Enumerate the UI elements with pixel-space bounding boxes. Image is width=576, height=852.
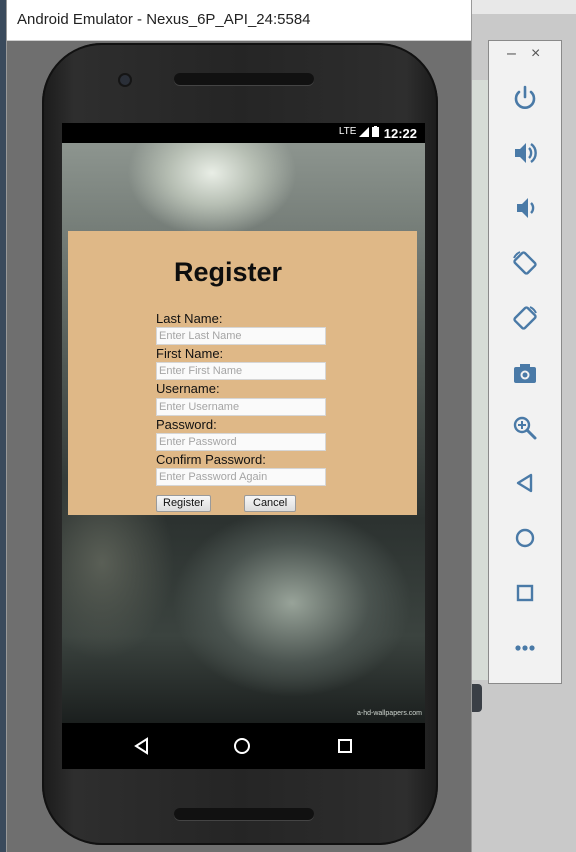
recent-apps-icon[interactable] — [335, 736, 355, 756]
battery-icon — [372, 126, 379, 137]
clock: 12:22 — [383, 126, 417, 141]
android-nav-bar — [62, 723, 425, 769]
wallpaper-watermark: a-hd-wallpapers.com — [357, 710, 422, 717]
phone-frame: LTE 12:22 a-hd-wallpapers.com Register L… — [42, 43, 438, 845]
camera-icon[interactable] — [510, 358, 540, 388]
emulator-window: Android Emulator - Nexus_6P_API_24:5584 … — [6, 0, 472, 852]
confirm-password-input[interactable] — [156, 468, 326, 486]
first-name-label: First Name: — [156, 346, 224, 361]
form-title: Register — [173, 257, 283, 287]
last-name-input[interactable] — [156, 327, 326, 345]
desktop-window-edge — [470, 80, 490, 680]
phone-screen: LTE 12:22 a-hd-wallpapers.com Register L… — [62, 123, 425, 769]
last-name-label: Last Name: — [156, 311, 223, 326]
password-label: Password: — [156, 417, 217, 432]
toolbar-header: – × — [489, 41, 561, 71]
front-camera — [120, 75, 130, 85]
username-input[interactable] — [156, 398, 326, 416]
close-button[interactable]: × — [531, 45, 540, 63]
cancel-button[interactable]: Cancel — [244, 495, 297, 512]
emulator-side-toolbar: – × — [488, 40, 562, 684]
home-icon[interactable] — [510, 523, 540, 553]
back-icon[interactable] — [132, 736, 152, 756]
home-icon[interactable] — [232, 736, 252, 756]
more-icon[interactable] — [510, 633, 540, 663]
network-indicator: LTE — [338, 126, 357, 138]
status-icons: LTE — [339, 126, 379, 137]
status-bar: LTE 12:22 — [62, 123, 425, 143]
bottom-speaker — [174, 808, 314, 820]
signal-icon — [359, 126, 370, 137]
volume-down-icon[interactable] — [510, 193, 540, 223]
window-title: Android Emulator - Nexus_6P_API_24:5584 — [17, 11, 311, 28]
power-icon[interactable] — [510, 83, 540, 113]
minimize-button[interactable]: – — [507, 45, 516, 63]
window-titlebar[interactable]: Android Emulator - Nexus_6P_API_24:5584 — [7, 0, 471, 41]
first-name-input[interactable] — [156, 362, 326, 380]
password-input[interactable] — [156, 433, 326, 451]
top-speaker — [174, 73, 314, 85]
confirm-password-label: Confirm Password: — [156, 452, 266, 467]
zoom-icon[interactable] — [510, 413, 540, 443]
register-form: Register Last Name: First Name: Username… — [68, 231, 417, 515]
overview-icon[interactable] — [510, 578, 540, 608]
username-label: Username: — [156, 381, 220, 396]
register-button[interactable]: Register — [156, 495, 211, 512]
desktop-strip — [470, 0, 576, 14]
back-icon[interactable] — [510, 468, 540, 498]
rotate-left-icon[interactable] — [510, 248, 540, 278]
rotate-right-icon[interactable] — [510, 303, 540, 333]
volume-up-icon[interactable] — [510, 138, 540, 168]
